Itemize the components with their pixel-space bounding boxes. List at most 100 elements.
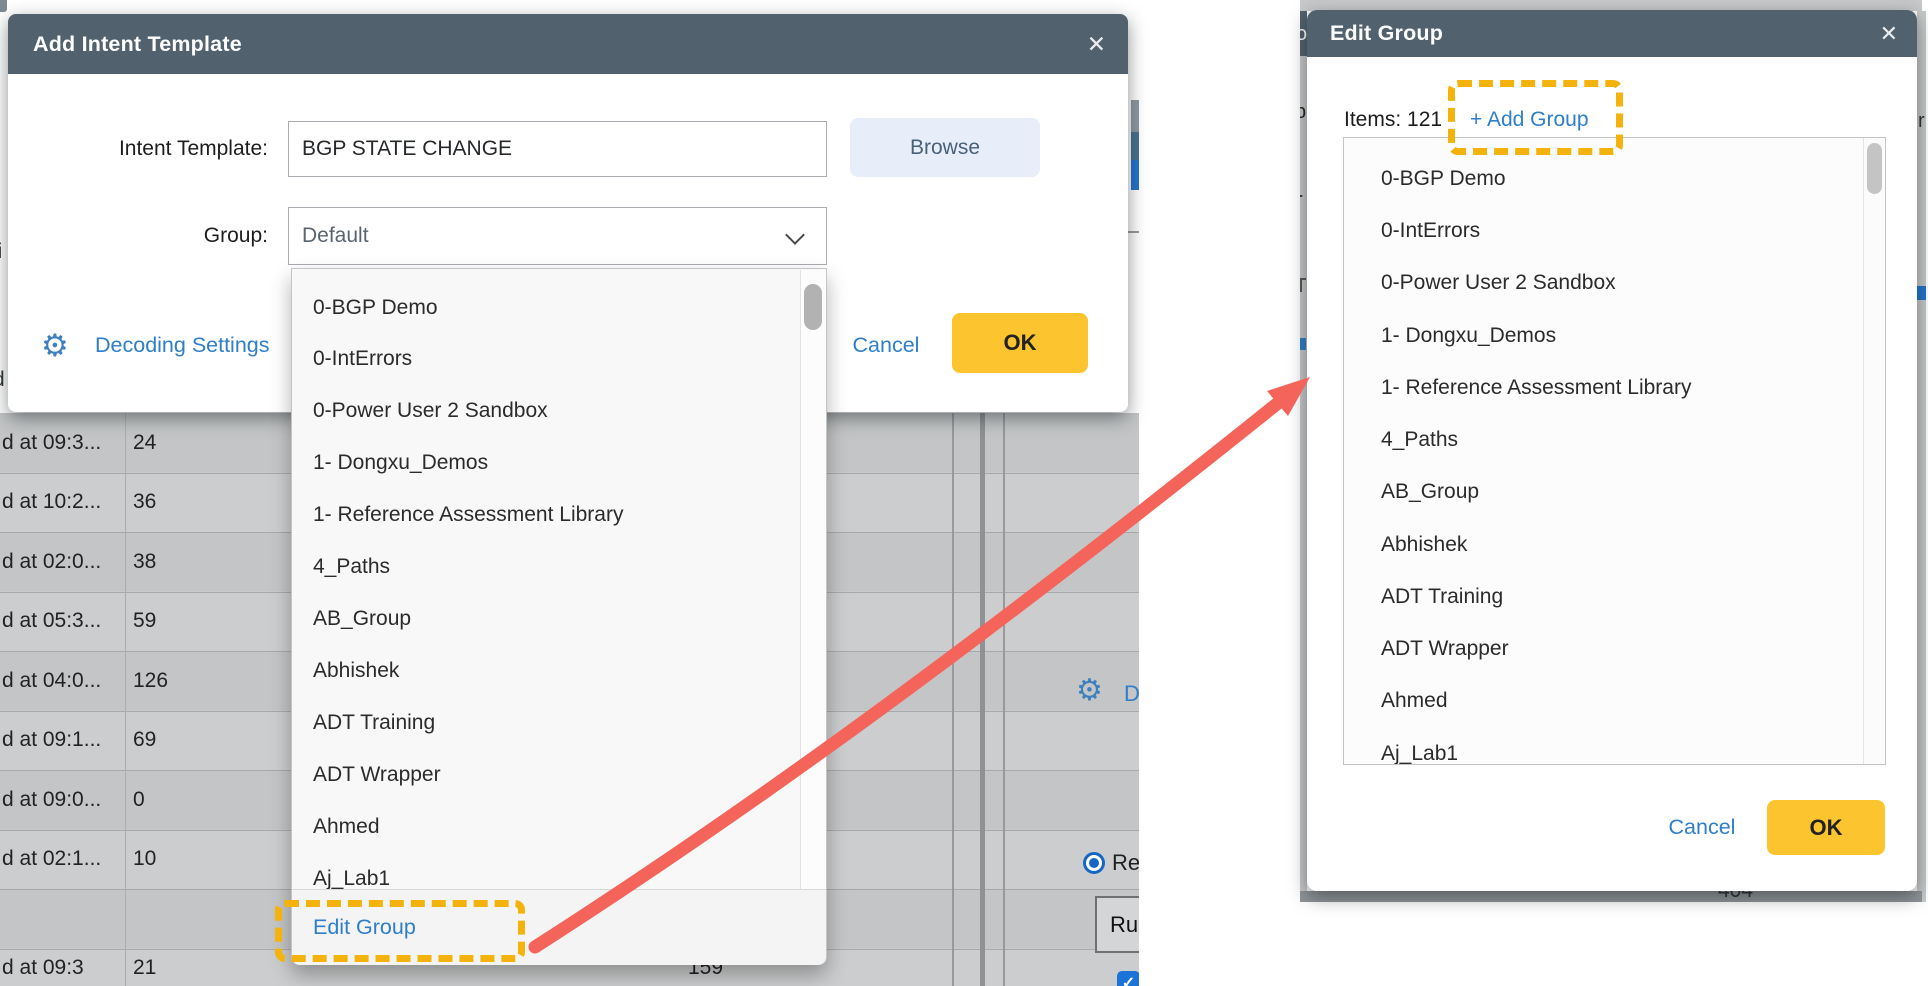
cancel-button[interactable]: Cancel (1662, 800, 1742, 855)
ok-button[interactable]: OK (1767, 800, 1885, 855)
background-strip: o b r (1300, 11, 1307, 902)
radio-selected[interactable] (1083, 852, 1105, 874)
chevron-down-icon (785, 225, 805, 245)
group-list-item[interactable]: 0-Power User 2 Sandbox (1344, 270, 1881, 296)
items-count: Items: 121 (1344, 108, 1442, 132)
row-value: 126 (133, 651, 168, 710)
row-label: d at 09:1... (2, 711, 101, 770)
edge-letter: d (0, 368, 5, 392)
browse-button[interactable]: Browse (850, 118, 1040, 177)
row-value: 69 (133, 711, 156, 770)
intent-template-label: Intent Template: (8, 121, 268, 177)
group-list-item[interactable]: Aj_Lab1 (1344, 741, 1881, 765)
row-label: d at 09:3... (2, 413, 101, 472)
clipped-number: 404 (1718, 891, 1753, 902)
group-list-item[interactable]: Abhishek (1344, 532, 1881, 558)
group-dropdown-panel: 0-BGP Demo 0-IntErrors 0-Power User 2 Sa… (291, 268, 827, 965)
background-fragment (1128, 231, 1139, 233)
dialog-header: Edit Group ✕ (1307, 10, 1917, 57)
dropdown-option[interactable]: Ahmed (292, 814, 813, 840)
row-label: d at 02:1... (2, 830, 101, 889)
cancel-button[interactable]: Cancel (846, 317, 926, 373)
intent-template-input[interactable]: BGP STATE CHANGE (288, 121, 827, 177)
intent-template-value: BGP STATE CHANGE (302, 137, 512, 161)
row-label: d at 05:3... (2, 592, 101, 651)
box-fragment (1300, 278, 1302, 292)
scrollbar[interactable] (1863, 138, 1886, 764)
radio-selected-label: Re (1112, 852, 1139, 874)
group-list-item[interactable]: 1- Dongxu_Demos (1344, 323, 1881, 349)
column-divider (125, 413, 126, 986)
blue-fragment (1300, 338, 1306, 350)
group-list-item[interactable]: 0-IntErrors (1344, 218, 1881, 244)
row-value: 36 (133, 473, 156, 532)
dropdown-option[interactable]: 0-IntErrors (292, 346, 813, 372)
row-value: 10 (133, 830, 156, 889)
ok-button[interactable]: OK (952, 313, 1088, 373)
background-fragment (1131, 160, 1139, 190)
row-label: d at 04:0... (2, 651, 101, 710)
screenshot-canvas: t li d d at 09:3... 24 d at 10:2... 36 d… (0, 0, 1928, 986)
rule-input[interactable]: Ru (1095, 896, 1139, 953)
row-label: d at 10:2... (2, 473, 101, 532)
dropdown-option[interactable]: 0-Power User 2 Sandbox (292, 398, 813, 424)
dialog-title: Add Intent Template (33, 32, 242, 57)
dialog-title: Edit Group (1330, 21, 1443, 46)
dropdown-option[interactable]: ADT Training (292, 710, 813, 736)
row-value: 0 (133, 770, 145, 829)
dropdown-option[interactable]: Abhishek (292, 658, 813, 684)
row-label: d at 09:0... (2, 770, 101, 829)
gear-icon[interactable]: ⚙ (1076, 676, 1103, 706)
radio-dot (1089, 858, 1099, 868)
row-value: 59 (133, 592, 156, 651)
group-list: 0-BGP Demo 0-IntErrors 0-Power User 2 Sa… (1343, 137, 1886, 765)
edge-letter: r (1918, 110, 1925, 133)
close-icon[interactable]: ✕ (1087, 31, 1106, 58)
settings-link-fragment[interactable]: D (1124, 681, 1139, 707)
group-list-item[interactable]: ADT Wrapper (1344, 636, 1881, 662)
group-select-value: Default (302, 224, 369, 248)
panel-splitter[interactable] (980, 413, 985, 986)
group-list-item[interactable]: Ahmed (1344, 688, 1881, 714)
dropdown-option[interactable]: 0-BGP Demo (292, 295, 813, 321)
group-list-item[interactable]: ADT Training (1344, 584, 1881, 610)
dropdown-option[interactable]: 1- Dongxu_Demos (292, 450, 813, 476)
group-dropdown-list: 0-BGP Demo 0-IntErrors 0-Power User 2 Sa… (292, 269, 826, 889)
scrollbar-thumb[interactable] (1867, 143, 1882, 194)
close-icon[interactable]: ✕ (1880, 21, 1898, 47)
group-list-item[interactable]: AB_Group (1344, 479, 1881, 505)
background-fragment (1131, 100, 1139, 132)
edit-group-highlight-box (275, 900, 525, 962)
row-label: d at 02:0... (2, 532, 101, 591)
group-list-item[interactable]: 1- Reference Assessment Library (1344, 375, 1881, 401)
row-value: 21 (133, 949, 156, 986)
dropdown-option[interactable]: Aj_Lab1 (292, 866, 813, 889)
scrollbar-thumb[interactable] (804, 284, 822, 330)
dialog-header: Add Intent Template ✕ (8, 14, 1128, 74)
gear-icon[interactable]: ⚙ (41, 331, 69, 361)
checkbox-checked[interactable]: ✓ (1117, 971, 1139, 986)
dropdown-option[interactable]: 4_Paths (292, 554, 813, 580)
decoding-settings-link[interactable]: Decoding Settings (95, 317, 270, 373)
row-label: d at 09:3 (2, 949, 84, 986)
dropdown-option[interactable]: 1- Reference Assessment Library (292, 502, 813, 528)
group-label: Group: (8, 207, 268, 265)
background-fragment (1131, 132, 1139, 160)
row-value: 38 (133, 532, 156, 591)
blue-fragment (1917, 286, 1926, 300)
panel-divider (1003, 413, 1005, 986)
add-group-highlight-box (1448, 80, 1623, 155)
scrollbar[interactable] (800, 270, 826, 889)
dropdown-option[interactable]: ADT Wrapper (292, 762, 813, 788)
edge-letter: b (1300, 101, 1306, 124)
group-list-item[interactable]: 0-BGP Demo (1344, 166, 1881, 192)
dropdown-option[interactable]: AB_Group (292, 606, 813, 632)
panel-divider (952, 413, 954, 986)
edge-letter: o (1300, 23, 1307, 46)
clipped-edge-text: t li d (0, 0, 8, 413)
group-select[interactable]: Default (288, 207, 827, 265)
edge-letter: li (0, 240, 2, 264)
group-list-item[interactable]: 4_Paths (1344, 427, 1881, 453)
background-strip: r (1917, 11, 1926, 902)
check-icon: ✓ (1122, 973, 1135, 986)
